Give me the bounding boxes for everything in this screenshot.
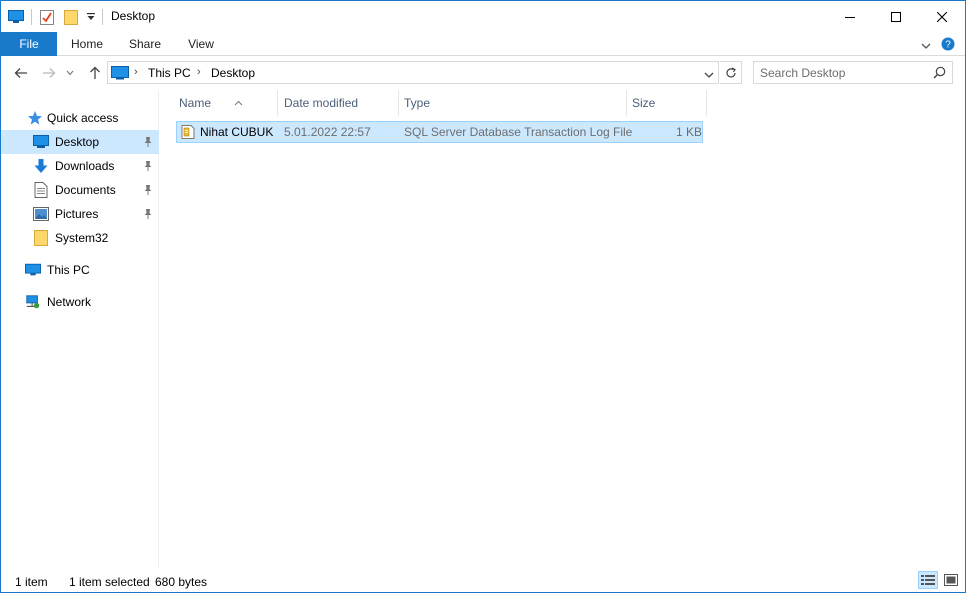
search-icon[interactable] <box>933 66 946 82</box>
desktop-icon <box>33 134 49 150</box>
nav-label: Quick access <box>47 111 119 125</box>
back-button[interactable] <box>13 65 29 81</box>
folder-icon <box>33 230 49 246</box>
nav-network[interactable]: Network <box>1 290 159 314</box>
toolbar-separator <box>31 9 32 25</box>
properties-icon[interactable] <box>38 8 56 26</box>
item-count: 1 item <box>15 575 48 589</box>
close-button[interactable] <box>919 1 965 32</box>
sort-ascending-icon <box>234 89 243 115</box>
minimize-icon <box>845 16 855 18</box>
nav-label: Network <box>47 295 92 309</box>
documents-icon <box>33 182 49 198</box>
pin-icon[interactable] <box>143 208 153 223</box>
close-icon <box>937 11 947 22</box>
selected-size: 680 bytes <box>155 575 208 589</box>
column-header-date-modified[interactable]: Date modified <box>279 90 399 116</box>
title-bar: Desktop <box>1 1 965 32</box>
downloads-icon <box>33 158 49 174</box>
minimize-button[interactable] <box>827 1 873 32</box>
breadcrumb-separator: › <box>197 66 201 78</box>
nav-label: Pictures <box>55 207 99 221</box>
nav-item-system32[interactable]: System32 <box>1 226 159 250</box>
pin-icon[interactable] <box>143 160 153 175</box>
file-size: 1 KB <box>676 125 703 139</box>
selected-count: 1 item selected <box>69 575 150 589</box>
nav-label: Downloads <box>55 159 115 173</box>
svg-text:?: ? <box>945 40 951 51</box>
file-date-modified: 5.01.2022 22:57 <box>284 125 371 139</box>
expand-ribbon-icon[interactable] <box>921 39 931 53</box>
search-box[interactable] <box>753 61 953 84</box>
column-header-name[interactable]: Name <box>174 90 278 116</box>
forward-arrow-icon <box>43 68 56 78</box>
tab-share[interactable]: Share <box>121 32 169 56</box>
nav-item-downloads[interactable]: Downloads <box>1 154 159 178</box>
nav-quick-access[interactable]: Quick access <box>1 106 159 130</box>
up-button[interactable] <box>87 65 103 81</box>
tab-home[interactable]: Home <box>61 32 113 56</box>
pin-icon[interactable] <box>143 136 153 151</box>
title-separator <box>102 9 103 25</box>
breadcrumb-separator: › <box>134 66 138 78</box>
nav-item-documents[interactable]: Documents <box>1 178 159 202</box>
nav-item-desktop[interactable]: Desktop <box>1 130 159 154</box>
nav-this-pc[interactable]: This PC <box>1 258 159 282</box>
column-header-size[interactable]: Size <box>627 90 707 116</box>
table-row[interactable]: Nihat CUBUK 5.01.2022 22:57 SQL Server D… <box>176 121 703 143</box>
column-label: Name <box>179 96 212 110</box>
this-pc-icon <box>111 66 129 83</box>
refresh-button[interactable] <box>720 61 742 84</box>
file-name: Nihat CUBUK <box>200 125 274 139</box>
address-dropdown-icon[interactable] <box>704 68 714 82</box>
column-header-type[interactable]: Type <box>399 90 627 116</box>
nav-label: This PC <box>47 263 90 277</box>
status-bar: 1 item 1 item selected 680 bytes <box>1 568 965 592</box>
pictures-icon <box>33 206 49 222</box>
help-icon[interactable]: ? <box>941 37 955 54</box>
breadcrumb-desktop[interactable]: Desktop <box>211 66 255 80</box>
pc-icon[interactable] <box>7 8 25 26</box>
network-icon <box>25 294 41 310</box>
log-file-icon <box>180 124 196 143</box>
explorer-window: Desktop File Home Share View ? › This PC… <box>0 0 966 593</box>
back-arrow-icon <box>14 68 27 78</box>
nav-label: Documents <box>55 183 116 197</box>
large-icons-view-icon <box>944 574 958 586</box>
up-arrow-icon <box>90 66 100 79</box>
address-row: › This PC › Desktop <box>1 57 965 89</box>
navigation-pane: Quick access Desktop Downloads Documents… <box>1 90 159 568</box>
recent-locations-button[interactable] <box>65 65 75 81</box>
window-title: Desktop <box>111 9 156 23</box>
refresh-icon <box>725 66 736 77</box>
search-input[interactable] <box>760 65 930 81</box>
large-icons-view-button[interactable] <box>941 571 961 589</box>
details-view-icon <box>921 575 935 585</box>
this-pc-icon <box>25 262 41 278</box>
maximize-button[interactable] <box>873 1 919 32</box>
file-list: Name Date modified Type Size Nihat CUBUK… <box>160 90 965 568</box>
nav-label: Desktop <box>55 135 100 149</box>
breadcrumb-this-pc[interactable]: This PC <box>148 66 191 80</box>
address-bar[interactable]: › This PC › Desktop <box>107 61 719 84</box>
details-view-button[interactable] <box>918 571 938 589</box>
star-icon <box>27 110 43 126</box>
maximize-icon <box>891 11 901 22</box>
pin-icon[interactable] <box>143 184 153 199</box>
file-type: SQL Server Database Transaction Log File <box>404 125 633 139</box>
customize-dropdown-icon[interactable] <box>86 8 96 26</box>
tab-view[interactable]: View <box>179 32 223 56</box>
nav-item-pictures[interactable]: Pictures <box>1 202 159 226</box>
ribbon-tabs: File Home Share View ? <box>1 32 965 56</box>
forward-button[interactable] <box>41 65 57 81</box>
chevron-down-icon <box>66 70 74 76</box>
nav-label: System32 <box>55 231 109 245</box>
new-folder-icon[interactable] <box>62 8 80 26</box>
tab-file[interactable]: File <box>1 32 57 56</box>
quick-access-toolbar <box>7 7 102 27</box>
